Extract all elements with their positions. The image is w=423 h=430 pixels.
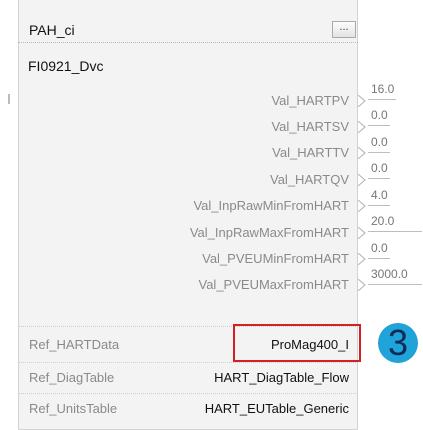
block-properties-button[interactable]: ... — [332, 21, 356, 38]
output-wire — [368, 258, 390, 259]
ref-label-unitstable: Ref_UnitsTable — [29, 401, 118, 416]
ref-value-diagtable[interactable]: HART_DiagTable_Flow — [214, 370, 349, 385]
block-title-bar: PAH_ci ... — [18, 18, 358, 42]
output-label-val-pveumax: Val_PVEUMaxFromHART — [198, 277, 350, 292]
output-pin-icon[interactable] — [358, 95, 366, 107]
step-number-badge: 3 — [378, 323, 418, 363]
output-wire — [368, 99, 396, 100]
output-value-val-inprawmin[interactable]: 4.0 — [371, 188, 388, 202]
ref-value-unitstable[interactable]: HART_EUTable_Generic — [205, 401, 349, 416]
output-pin-icon[interactable] — [358, 121, 366, 133]
output-value-val-pveumax[interactable]: 3000.0 — [371, 267, 408, 281]
block-tag-name[interactable]: FI0921_Dvc — [28, 58, 103, 74]
output-label-val-inprawmax: Val_InpRawMaxFromHART — [189, 225, 349, 240]
output-wire — [368, 152, 390, 153]
ref-label-hartdata: Ref_HARTData — [29, 337, 120, 352]
output-label-val-pveumin: Val_PVEUMinFromHART — [202, 251, 349, 266]
function-block-diagram: PAH_ci ... FI0921_Dvc Val_HARTPV Val_HAR… — [0, 0, 423, 430]
block-title: PAH_ci — [29, 22, 75, 38]
highlight-box — [233, 324, 361, 362]
output-value-val-hartsv[interactable]: 0.0 — [371, 108, 388, 122]
title-divider — [18, 42, 358, 43]
ref-label-diagtable: Ref_DiagTable — [29, 370, 115, 385]
output-pin-icon[interactable] — [358, 227, 366, 239]
output-wire — [368, 205, 390, 206]
output-value-val-inprawmax[interactable]: 20.0 — [371, 214, 394, 228]
output-pin-icon[interactable] — [358, 147, 366, 159]
output-pin-icon[interactable] — [358, 174, 366, 186]
output-pin-icon[interactable] — [358, 279, 366, 291]
output-label-val-harttv: Val_HARTTV — [272, 145, 349, 160]
input-pin-marker — [8, 94, 10, 104]
ref-row-diagtable: Ref_DiagTable HART_DiagTable_Flow — [18, 363, 358, 393]
output-value-val-hartqv[interactable]: 0.0 — [371, 161, 388, 175]
output-wire — [368, 125, 390, 126]
output-wire — [368, 231, 422, 232]
output-label-val-hartqv: Val_HARTQV — [270, 172, 349, 187]
output-value-val-pveumin[interactable]: 0.0 — [371, 241, 388, 255]
output-pin-icon[interactable] — [358, 253, 366, 265]
output-label-val-inprawmin: Val_InpRawMinFromHART — [193, 198, 349, 213]
output-label-val-hartpv: Val_HARTPV — [271, 93, 349, 108]
output-pin-icon[interactable] — [358, 200, 366, 212]
output-value-val-hartpv[interactable]: 16.0 — [371, 82, 394, 96]
ref-row-unitstable: Ref_UnitsTable HART_EUTable_Generic — [18, 394, 358, 424]
output-label-val-hartsv: Val_HARTSV — [271, 119, 349, 134]
output-wire — [368, 178, 390, 179]
output-value-val-harttv[interactable]: 0.0 — [371, 135, 388, 149]
output-wire — [368, 284, 422, 285]
